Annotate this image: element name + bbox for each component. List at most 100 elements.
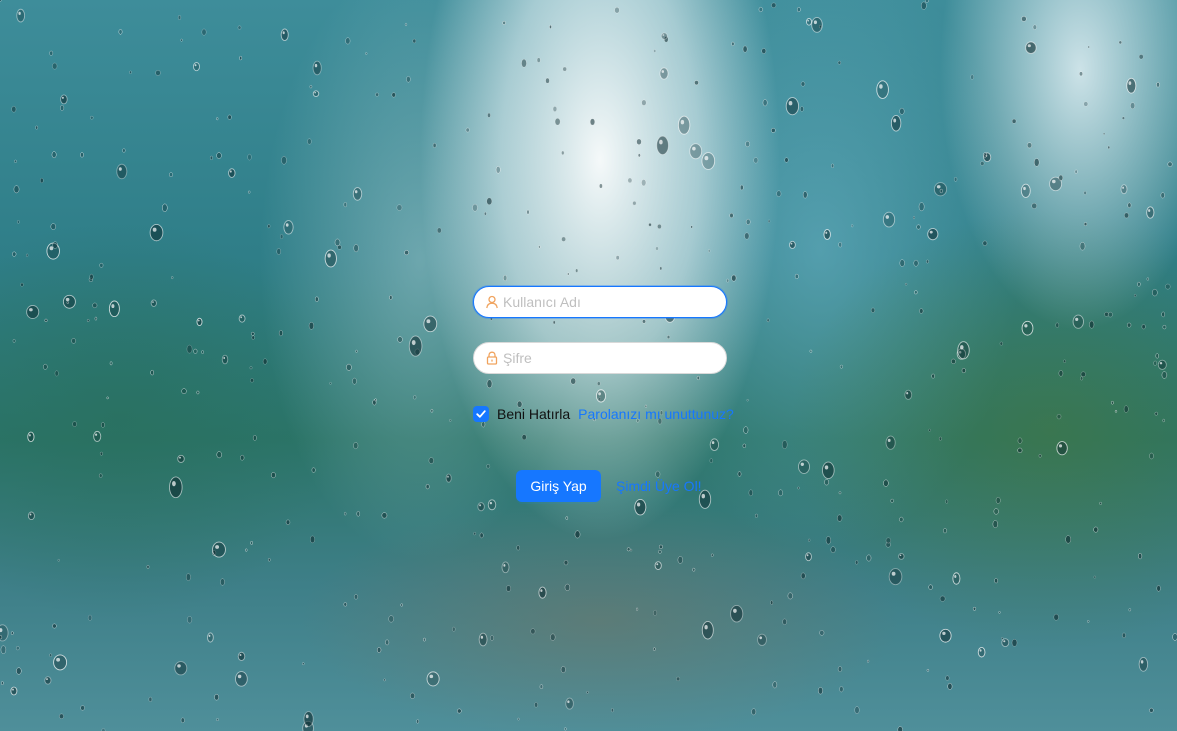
rain-drop [388, 615, 395, 623]
rain-drop [309, 85, 313, 89]
rain-drop [883, 479, 889, 487]
rain-drop [945, 675, 950, 681]
rain-drop [381, 512, 388, 519]
rain-drop-highlight [285, 223, 289, 227]
rain-drop [280, 28, 289, 42]
rain-drop [1087, 620, 1090, 623]
rain-drop [899, 516, 904, 523]
rain-drop [565, 697, 574, 710]
rain-drop-highlight [807, 19, 809, 22]
rain-drop [744, 232, 750, 240]
rain-drop [913, 259, 919, 267]
rain-drop-highlight [223, 356, 226, 360]
rain-drop [1137, 281, 1141, 287]
rain-drop [652, 647, 656, 651]
rain-drop [109, 361, 113, 366]
rain-drop [1149, 707, 1154, 713]
rain-drop [1133, 293, 1137, 298]
rain-drop [516, 545, 520, 551]
rain-drop [890, 498, 894, 503]
rain-drop [486, 197, 493, 206]
password-input[interactable] [503, 350, 713, 366]
rain-drop [800, 106, 804, 112]
rain-drop [44, 676, 52, 685]
rain-drop [998, 611, 1001, 614]
rain-drop [186, 344, 193, 354]
rain-drop [794, 273, 799, 279]
rain-drop-highlight [172, 481, 176, 487]
rain-drop-highlight [893, 118, 897, 123]
rain-drop [1130, 102, 1136, 110]
rain-drop [177, 454, 185, 463]
rain-drop [837, 666, 843, 673]
rain-drop-highlight [240, 316, 243, 319]
rain-drop-highlight [237, 674, 242, 679]
rain-drop-highlight [152, 301, 154, 303]
rain-drop-highlight [906, 392, 909, 395]
rain-drop [648, 222, 652, 227]
rain-drop-highlight [954, 575, 957, 578]
rain-drop [66, 300, 69, 305]
rain-drop [1162, 324, 1167, 330]
rain-drop [876, 80, 889, 99]
rain-drop [1161, 311, 1166, 318]
rain-drop [40, 177, 44, 184]
register-link[interactable]: Şimdi Üye Ol! [616, 478, 702, 494]
rain-drop-highlight [929, 230, 933, 234]
rain-drop-highlight [118, 167, 122, 171]
remember-label[interactable]: Beni Hatırla [497, 406, 570, 422]
rain-drop [658, 549, 662, 554]
rain-drop [0, 645, 7, 654]
rain-drop [209, 155, 213, 161]
rain-drop [426, 671, 440, 687]
rain-drop [106, 396, 109, 400]
rain-drop [237, 25, 242, 30]
rain-drop [701, 620, 714, 640]
rain-drop [751, 708, 757, 716]
remember-checkbox[interactable] [473, 406, 489, 422]
rain-drop [819, 630, 825, 636]
rain-drop [1162, 418, 1165, 423]
rain-drop [870, 307, 876, 313]
username-input[interactable] [503, 294, 713, 310]
forgot-password-link[interactable]: Parolanızı mı unuttunuz? [578, 406, 734, 422]
rain-drop [676, 676, 681, 682]
rain-drop [545, 77, 550, 84]
rain-drop-highlight [1024, 324, 1028, 328]
rain-drop [939, 188, 943, 194]
rain-drop [1099, 501, 1102, 505]
rain-drop [201, 28, 207, 36]
rain-drop [1093, 575, 1097, 579]
rain-drop [155, 69, 161, 76]
rain-drop-highlight [1159, 362, 1163, 365]
rain-drop [701, 152, 716, 170]
rain-drop [99, 262, 104, 268]
username-field[interactable] [473, 286, 727, 318]
rain-drop [416, 719, 420, 724]
rain-drop-highlight [885, 215, 890, 219]
rain-drop [20, 282, 24, 287]
remember-row: Beni Hatırla Parolanızı mı unuttunuz? [473, 404, 734, 424]
login-button[interactable]: Giriş Yap [516, 470, 601, 502]
rain-drop [196, 390, 200, 395]
rain-drop [62, 294, 76, 309]
rain-drop [538, 586, 547, 599]
lock-icon [485, 351, 499, 365]
rain-drop [634, 498, 647, 516]
rain-drop [235, 671, 248, 687]
rain-drop [982, 240, 988, 246]
rain-drop [1161, 371, 1168, 379]
rain-drop [890, 114, 902, 132]
rain-drop [1160, 192, 1165, 199]
rain-drop [517, 717, 520, 721]
rain-drop-highlight [662, 34, 665, 36]
password-field[interactable] [473, 342, 727, 374]
rain-drop [831, 163, 835, 169]
rain-drop [16, 8, 26, 23]
rain-drop-highlight [65, 297, 70, 302]
rain-drop-highlight [61, 96, 64, 99]
rain-drop [1126, 77, 1137, 94]
rain-drop [549, 24, 552, 29]
rain-drop [486, 464, 491, 469]
rain-drop [283, 220, 294, 235]
